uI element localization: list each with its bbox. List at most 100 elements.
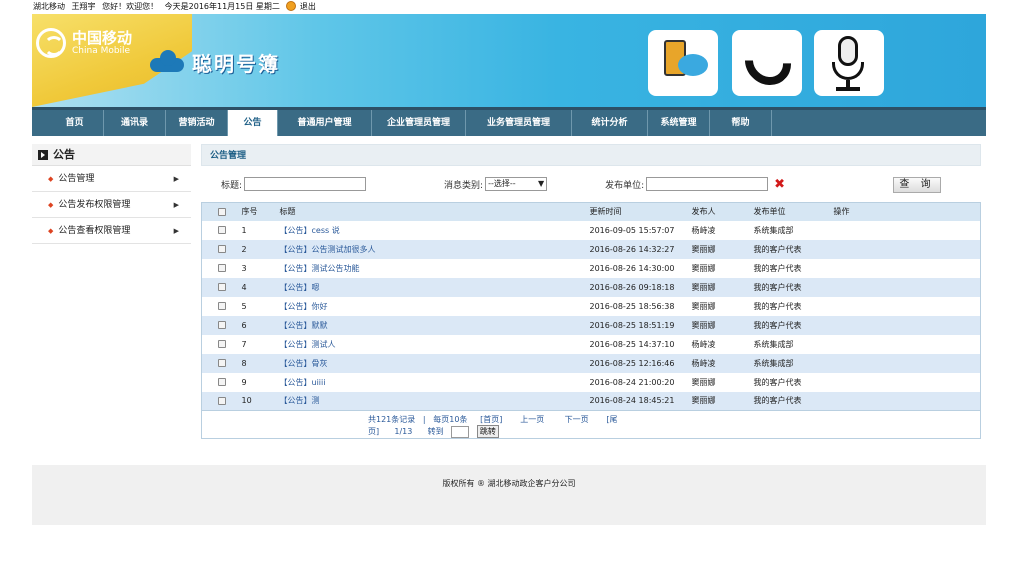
cell-time: 2016-08-26 14:30:00 <box>589 263 675 273</box>
category-select[interactable]: --选择-- ▼ <box>485 177 548 191</box>
cell-time: 2016-08-26 09:18:18 <box>585 277 688 297</box>
cell-publisher: 窦丽娜 <box>687 277 750 297</box>
cell-no: 1 <box>241 225 247 235</box>
cell-action <box>830 221 981 240</box>
table-row: 2 【公告】公告测试加很多人 2016-08-26 14:32:27 窦丽娜 我的客户代… <box>201 239 981 259</box>
clear-icon[interactable]: ✖ <box>774 177 785 192</box>
sidebar-item-publish-permission[interactable]: ◆ 公告发布权限管理 ▶ <box>32 192 191 218</box>
cell-time: 2016-08-25 18:51:19 <box>585 315 688 335</box>
row-checkbox[interactable] <box>218 264 226 272</box>
logo-english: China Mobile <box>72 46 131 56</box>
cell-time: 2016-08-25 12:16:46 <box>585 353 688 373</box>
row-checkbox[interactable] <box>218 226 226 234</box>
cell-action <box>829 239 981 259</box>
table-row: 1 【公告】cess 说 2016-09-05 15:57:07 杨峙凌 系统集成部 <box>202 221 981 240</box>
cell-title-link[interactable]: 【公告】测 <box>275 391 586 411</box>
table-row: 10 【公告】测 2016-08-24 18:45:21 窦丽娜 我的客户代表 <box>201 391 981 411</box>
sidebar-item-view-permission[interactable]: ◆ 公告查看权限管理 ▶ <box>32 218 191 244</box>
nav-item-system[interactable]: 系统管理 <box>648 110 710 136</box>
first-page-link[interactable]: [首页] <box>480 415 502 424</box>
cell-time: 2016-08-24 18:45:21 <box>585 391 688 411</box>
date-text: 今天是2016年11月15日 星期二 <box>164 2 280 11</box>
last-page-link[interactable]: [尾 <box>606 415 617 424</box>
row-checkbox[interactable] <box>218 340 226 348</box>
cell-title-link[interactable]: 【公告】测试公告功能 <box>276 259 586 278</box>
nav-item-help[interactable]: 帮助 <box>710 110 772 136</box>
cell-unit: 系统集成部 <box>753 225 794 235</box>
next-page-link[interactable]: 下一页 <box>565 415 589 424</box>
cell-title-link[interactable]: 【公告】uiiii <box>276 373 586 392</box>
cell-unit: 系统集成部 <box>749 353 830 373</box>
nav-item-user-management[interactable]: 普通用户管理 <box>278 110 372 136</box>
row-checkbox[interactable] <box>218 396 226 405</box>
product-slogan: 聪明号簿 <box>192 52 280 76</box>
nav-item-home[interactable]: 首页 <box>46 110 104 136</box>
sidebar-header: 公告 <box>32 144 191 166</box>
cell-publisher: 杨峙凌 <box>691 225 716 235</box>
cell-unit: 我的客户代表 <box>749 239 830 259</box>
table-row: 8 【公告】骨灰 2016-08-25 12:16:46 杨峙凌 系统集成部 <box>201 353 981 373</box>
sidebar-item-label: 公告查看权限管理 <box>58 226 131 236</box>
cell-title-link[interactable]: 【公告】cess 说 <box>276 221 586 240</box>
cell-time: 2016-08-26 14:32:27 <box>585 239 688 259</box>
per-page-info: 每页10条 <box>433 415 468 424</box>
logo-chinese: 中国移动 <box>72 29 133 47</box>
row-checkbox[interactable] <box>218 283 226 291</box>
nav-item-enterprise-admin[interactable]: 企业管理员管理 <box>372 110 466 136</box>
jump-button[interactable]: 跳转 <box>476 425 499 438</box>
top-status-bar: 湖北移动 王翔宇 您好！欢迎您！ 今天是2016年11月15日 星期二 退出 <box>33 0 320 14</box>
cell-publisher: 窦丽娜 <box>687 391 750 411</box>
main-content: 公告管理 标题: 消息类别: --选择-- ▼ 发布单位: ✖ 查 询 序号 标… <box>201 144 981 439</box>
unit-filter-label: 发布单位: <box>605 180 645 191</box>
cell-publisher: 杨峙凌 <box>691 339 716 349</box>
last-page-link-cont[interactable]: 页] <box>368 427 379 436</box>
select-all-checkbox[interactable] <box>218 207 226 216</box>
cell-title-link[interactable]: 【公告】公告测试加很多人 <box>275 239 586 259</box>
phonebook-tile <box>648 30 718 96</box>
cell-title-link[interactable]: 【公告】你好 <box>276 297 586 316</box>
telephone-handset-icon <box>735 29 801 95</box>
sidebar-title: 公告 <box>53 147 75 161</box>
goto-page-input[interactable] <box>451 425 470 438</box>
sidebar-item-announcement-management[interactable]: ◆ 公告管理 ▶ <box>32 166 191 192</box>
nav-item-statistics[interactable]: 统计分析 <box>572 110 648 136</box>
cell-title-link[interactable]: 【公告】测试人 <box>276 335 586 354</box>
dropdown-arrow-icon: ▼ <box>537 179 545 188</box>
cell-unit: 我的客户代表 <box>749 277 830 297</box>
row-checkbox[interactable] <box>218 302 226 310</box>
cell-action <box>829 277 981 297</box>
nav-item-announcement[interactable]: 公告 <box>228 110 278 136</box>
goto-label: 转到 <box>427 427 444 436</box>
prev-page-link[interactable]: 上一页 <box>520 415 544 424</box>
cell-publisher: 杨峙凌 <box>687 353 750 373</box>
nav-item-contacts[interactable]: 通讯录 <box>104 110 166 136</box>
table-row: 9 【公告】uiiii 2016-08-24 21:00:20 窦丽娜 我的客户代表 <box>202 373 981 392</box>
chat-bubble-icon <box>678 54 708 76</box>
cell-title-link[interactable]: 【公告】默默 <box>275 315 586 335</box>
row-checkbox[interactable] <box>218 378 226 386</box>
col-header-action: 操作 <box>829 202 981 221</box>
row-checkbox[interactable] <box>218 359 226 367</box>
sidebar-item-label: 公告管理 <box>58 174 95 184</box>
cell-title-link[interactable]: 【公告】嗯 <box>275 277 586 297</box>
chevron-right-icon: ▶ <box>173 227 179 235</box>
bullet-icon: ◆ <box>48 227 54 235</box>
cell-title-link[interactable]: 【公告】骨灰 <box>275 353 586 373</box>
query-button[interactable]: 查 询 <box>893 177 941 193</box>
title-filter-input[interactable] <box>244 177 367 191</box>
logout-link[interactable]: 退出 <box>300 2 316 11</box>
row-checkbox[interactable] <box>218 245 226 253</box>
unit-filter-input[interactable] <box>646 177 769 191</box>
total-records: 共121条记录 <box>368 415 416 424</box>
nav-item-marketing[interactable]: 营销活动 <box>166 110 228 136</box>
cell-publisher: 窦丽娜 <box>691 263 716 273</box>
cell-no: 8 <box>237 353 276 373</box>
logo-mark-icon <box>36 28 66 58</box>
cell-time: 2016-09-05 15:57:07 <box>589 225 675 235</box>
user-name: 王翔宇 <box>71 2 96 11</box>
nav-item-business-admin[interactable]: 业务管理员管理 <box>466 110 572 136</box>
cell-action <box>829 353 981 373</box>
row-checkbox[interactable] <box>218 321 226 329</box>
table-row: 6 【公告】默默 2016-08-25 18:51:19 窦丽娜 我的客户代表 <box>201 315 981 335</box>
cell-action <box>829 315 981 335</box>
